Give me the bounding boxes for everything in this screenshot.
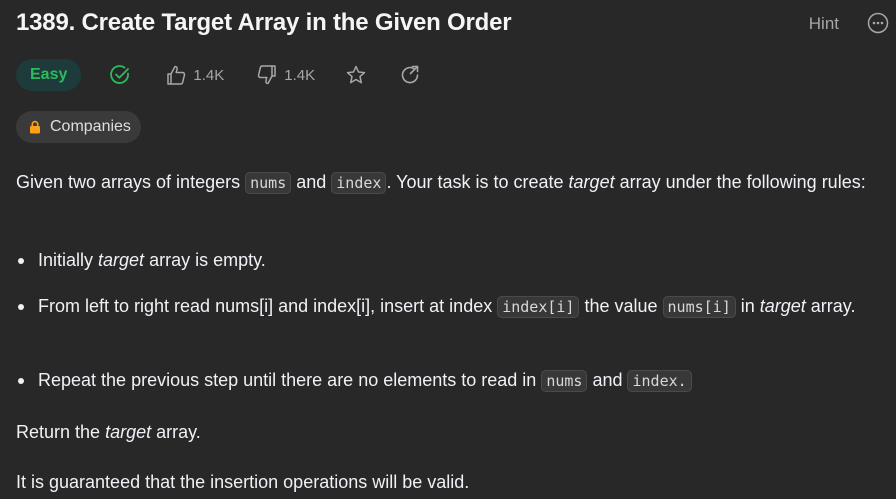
like-button[interactable]: 1.4K (165, 64, 224, 86)
code-index: index (331, 172, 387, 194)
code-nums: nums (541, 370, 588, 392)
thumbs-down-icon (257, 65, 276, 85)
intro-paragraph: Given two arrays of integers nums and in… (16, 168, 868, 197)
difficulty-badge: Easy (16, 59, 82, 91)
text: array. (805, 296, 856, 316)
emphasis-target: target (98, 250, 145, 270)
text: Repeat the previous step until there are… (38, 370, 542, 390)
text: array. (151, 422, 201, 442)
text: Initially (38, 250, 99, 270)
companies-label: Companies (50, 118, 131, 135)
text: the value (579, 296, 663, 316)
text: From left to right read nums[i] and inde… (38, 296, 498, 316)
solved-check-icon (109, 64, 131, 86)
list-item: From left to right read nums[i] and inde… (16, 292, 868, 321)
text: and (587, 370, 628, 390)
list-item: Repeat the previous step until there are… (16, 366, 868, 395)
text: . Your task is to create (386, 172, 569, 192)
text: in (735, 296, 760, 316)
text: array under the following rules: (614, 172, 866, 192)
hint-button[interactable]: Hint (809, 14, 839, 34)
problem-meta-row: Easy 1.4K 1.4K (16, 58, 421, 92)
favorite-star-icon[interactable] (345, 64, 367, 86)
emphasis-target: target (568, 172, 615, 192)
code-nums-i: nums[i] (662, 296, 736, 318)
emphasis-target: target (759, 296, 806, 316)
code-index: index. (627, 370, 692, 392)
text: and (291, 172, 332, 192)
return-paragraph: Return the target array. (16, 418, 201, 446)
lock-icon (30, 120, 40, 134)
thumbs-up-icon (167, 65, 186, 85)
share-refresh-icon[interactable] (399, 64, 421, 86)
more-options-icon[interactable] (867, 12, 889, 34)
text: array is empty. (144, 250, 266, 270)
list-item: Initially target array is empty. (16, 246, 868, 274)
emphasis-target: target (105, 422, 152, 442)
dislike-count: 1.4K (284, 66, 316, 84)
problem-title[interactable]: 1389. Create Target Array in the Given O… (16, 9, 512, 37)
problem-description-panel: 1389. Create Target Array in the Given O… (0, 0, 896, 499)
code-nums: nums (245, 172, 292, 194)
dislike-button[interactable]: 1.4K (256, 64, 315, 86)
title-row: 1389. Create Target Array in the Given O… (16, 6, 896, 40)
companies-tag[interactable]: Companies (16, 111, 141, 143)
text: Return the (16, 422, 106, 442)
code-index-i: index[i] (497, 296, 580, 318)
like-count: 1.4K (193, 66, 225, 84)
text: Given two arrays of integers (16, 172, 246, 192)
guarantee-paragraph: It is guaranteed that the insertion oper… (16, 472, 470, 492)
